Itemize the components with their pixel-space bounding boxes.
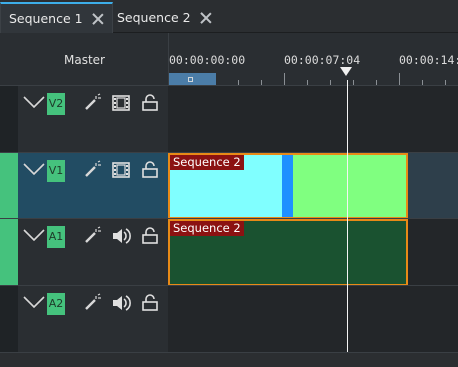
track-head-a1[interactable]: A1 — [0, 218, 168, 285]
track-head-a2[interactable]: A2 — [0, 285, 168, 352]
tab-label: Sequence 1 — [9, 11, 83, 26]
audio-clip[interactable]: Sequence 2 — [168, 219, 408, 286]
tab-label: Sequence 2 — [117, 10, 191, 25]
close-icon[interactable] — [92, 13, 104, 25]
film-strip-icon[interactable] — [111, 160, 131, 180]
track-lane-a1[interactable]: Sequence 2 — [168, 218, 458, 286]
video-clip[interactable]: Sequence 2 — [168, 153, 408, 219]
track-name[interactable]: V1 — [47, 160, 65, 182]
playhead-marker[interactable] — [340, 67, 352, 76]
clip-thumbnail-blue — [282, 155, 293, 217]
chevron-down-icon[interactable] — [23, 163, 45, 175]
lock-icon[interactable] — [140, 93, 160, 113]
track-name[interactable]: A2 — [47, 293, 65, 315]
chevron-down-icon[interactable] — [23, 96, 45, 108]
film-strip-icon[interactable] — [111, 93, 131, 113]
speaker-icon[interactable] — [111, 293, 131, 313]
track-gutter — [0, 153, 18, 218]
track-gutter — [0, 286, 18, 352]
magic-wand-icon[interactable] — [82, 226, 102, 246]
ruler-timecode: 00:00:14:0 — [399, 53, 458, 67]
master-label[interactable]: Master — [64, 53, 105, 67]
clip-label: Sequence 2 — [170, 155, 244, 170]
lock-icon[interactable] — [140, 160, 160, 180]
close-icon[interactable] — [200, 12, 212, 24]
track-head-v1[interactable]: V1 — [0, 152, 168, 218]
chevron-down-icon[interactable] — [23, 229, 45, 241]
playhead-line[interactable] — [347, 80, 348, 352]
clip-thumbnail-green — [293, 155, 406, 217]
magic-wand-icon[interactable] — [82, 293, 102, 313]
track-head-v2[interactable]: V2 — [0, 85, 168, 152]
timeline-zone[interactable] — [169, 73, 216, 85]
ruler-timecode: 00:00:00:00 — [169, 53, 246, 67]
zone-handle[interactable] — [188, 77, 193, 82]
track-header-top: Master — [0, 33, 168, 85]
track-name[interactable]: V2 — [47, 93, 65, 115]
track-lane-a2[interactable] — [168, 285, 458, 352]
lock-icon[interactable] — [140, 226, 160, 246]
ruler-timecode: 00:00:07:04 — [284, 53, 361, 67]
magic-wand-icon[interactable] — [82, 160, 102, 180]
track-gutter — [0, 219, 18, 285]
track-lane-v2[interactable] — [168, 85, 458, 152]
track-lane-v1[interactable]: Sequence 2 — [168, 152, 458, 219]
tab-sequence-1[interactable]: Sequence 1 — [0, 2, 113, 33]
lock-icon[interactable] — [140, 293, 160, 313]
ruler-tick — [399, 73, 400, 85]
speaker-icon[interactable] — [111, 226, 131, 246]
magic-wand-icon[interactable] — [82, 93, 102, 113]
tab-sequence-2[interactable]: Sequence 2 — [109, 2, 220, 33]
timeline-ruler[interactable]: 00:00:00:00 00:00:07:04 00:00:14:0 — [168, 33, 458, 85]
chevron-down-icon[interactable] — [23, 296, 45, 308]
clip-label: Sequence 2 — [170, 221, 244, 236]
track-name[interactable]: A1 — [47, 226, 65, 248]
sequence-tab-bar: Sequence 1 Sequence 2 — [0, 0, 458, 33]
horizontal-scrollbar[interactable] — [0, 352, 458, 367]
ruler-tick — [284, 73, 285, 85]
track-gutter — [0, 86, 18, 152]
